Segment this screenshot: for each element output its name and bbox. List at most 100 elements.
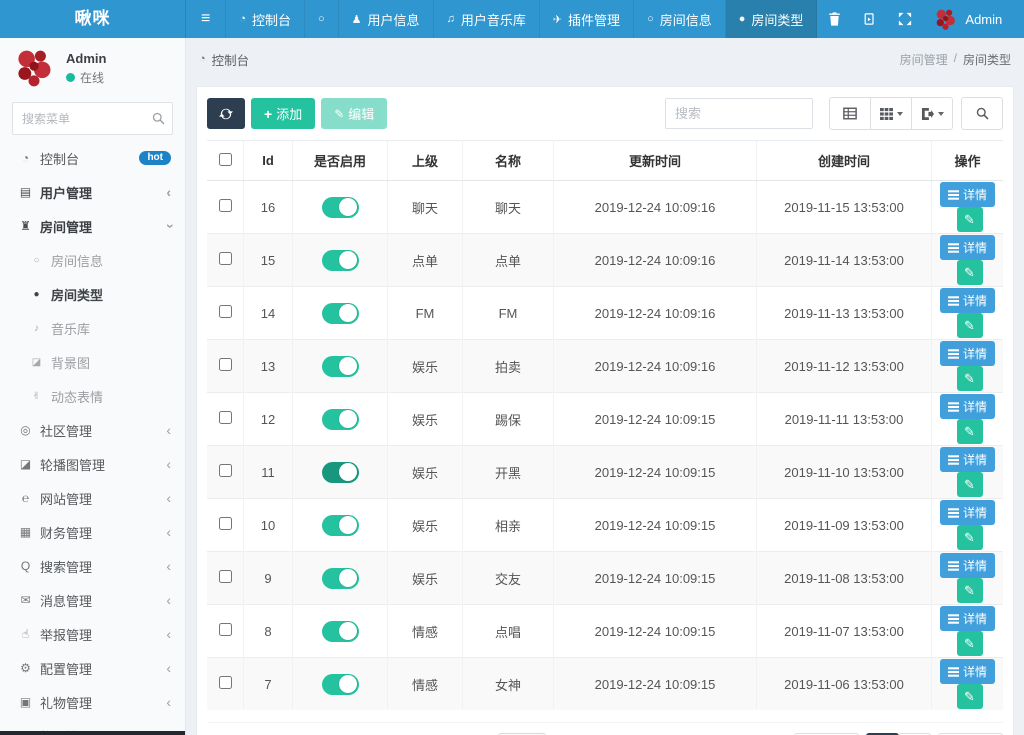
row-checkbox[interactable] <box>218 517 232 530</box>
hot-badge: hot <box>139 151 171 165</box>
sidebar-item[interactable]: ◔ 控制台 hot <box>0 141 185 175</box>
columns-button[interactable] <box>870 97 912 130</box>
enabled-toggle[interactable] <box>321 461 359 483</box>
row-checkbox[interactable] <box>218 570 232 583</box>
edit-row-button[interactable]: ✎ <box>956 525 983 550</box>
row-checkbox[interactable] <box>218 252 232 265</box>
detail-button[interactable]: 详情 <box>939 182 995 207</box>
sidebar-item[interactable]: ▣ 礼物管理 ‹ <box>0 685 185 719</box>
edit-row-button[interactable]: ✎ <box>956 578 983 603</box>
sidebar-item[interactable]: ⚙ 配置管理 ‹ <box>0 651 185 685</box>
edit-row-button[interactable]: ✎ <box>956 472 983 497</box>
export-button[interactable] <box>911 97 953 130</box>
table-row[interactable]: 8 情感 点唱 2019-12-24 10:09:15 2019-11-07 13:53… <box>207 604 1003 658</box>
nav-tab[interactable]: ♫ 用户音乐库 <box>434 0 540 38</box>
sidebar-item[interactable]: ▦ 财务管理 ‹ <box>0 515 185 549</box>
nav-tab[interactable]: ♟ 用户信息 <box>339 0 434 38</box>
cell-parent: 情感 <box>387 604 463 658</box>
sidebar-item[interactable]: ◎ 社区管理 ‹ <box>0 413 185 447</box>
row-checkbox[interactable] <box>218 676 232 689</box>
table-row[interactable]: 12 娱乐 踢保 2019-12-24 10:09:15 2019-11-11 13:5… <box>207 392 1003 446</box>
brand-logo[interactable]: 啾咪 <box>0 0 186 38</box>
sidebar-item-label: 财务管理 <box>40 525 93 541</box>
row-checkbox[interactable] <box>218 464 232 477</box>
table-row[interactable]: 11 娱乐 开黑 2019-12-24 10:09:15 2019-11-10 13:5… <box>207 445 1003 499</box>
enabled-toggle[interactable] <box>321 408 359 430</box>
detail-button[interactable]: 详情 <box>939 235 995 260</box>
enabled-toggle[interactable] <box>321 620 359 642</box>
trash-button[interactable] <box>817 0 852 38</box>
main-content: ◔ 控制台 房间管理 / 房间类型 + 添加 ✎ 编辑 搜索 Id 是否启用 上… <box>186 38 1024 735</box>
enabled-toggle[interactable] <box>321 249 359 271</box>
sidebar-item[interactable]: ○ 房间信息 <box>0 243 185 277</box>
edit-row-button[interactable]: ✎ <box>956 419 983 444</box>
sidebar-item[interactable]: ● 房间类型 <box>0 277 185 311</box>
clear-cache-button[interactable] <box>852 0 887 38</box>
sidebar-item[interactable]: ♜ 房间管理 ‹ <box>0 209 185 243</box>
table-row[interactable]: 14 FM FM 2019-12-24 10:09:16 2019-11-13 13:5… <box>207 286 1003 340</box>
enabled-toggle[interactable] <box>321 567 359 589</box>
detail-button[interactable]: 详情 <box>939 341 995 366</box>
nav-tab[interactable]: ○ <box>305 0 339 38</box>
sidebar-item[interactable]: ☝ 举报管理 ‹ <box>0 617 185 651</box>
table-row[interactable]: 16 聊天 聊天 2019-12-24 10:09:16 2019-11-15 13:5… <box>207 180 1003 234</box>
edit-row-button[interactable]: ✎ <box>956 313 983 338</box>
detail-button[interactable]: 详情 <box>939 447 995 472</box>
sidebar-item[interactable]: ℮ 网站管理 ‹ <box>0 481 185 515</box>
detail-button[interactable]: 详情 <box>939 394 995 419</box>
table-row[interactable]: 13 娱乐 拍卖 2019-12-24 10:09:16 2019-11-12 13:5… <box>207 339 1003 393</box>
enabled-toggle[interactable] <box>321 514 359 536</box>
edit-row-button[interactable]: ✎ <box>956 631 983 656</box>
refresh-button[interactable] <box>207 98 245 129</box>
breadcrumb-home[interactable]: ◔ 控制台 <box>199 50 249 69</box>
add-button[interactable]: + 添加 <box>251 98 316 129</box>
detail-button[interactable]: 详情 <box>939 500 995 525</box>
music-note-icon: ♪ <box>34 322 39 334</box>
sidebar-item[interactable]: ▤ 用户管理 ‹ <box>0 175 185 209</box>
sidebar-item[interactable]: Q 搜索管理 ‹ <box>0 549 185 583</box>
detail-button[interactable]: 详情 <box>939 606 995 631</box>
select-all-checkbox[interactable] <box>218 152 232 166</box>
nav-tab[interactable]: ○ 房间信息 <box>634 0 726 38</box>
row-checkbox[interactable] <box>218 305 232 318</box>
sidebar-toggle-button[interactable]: ≡ <box>186 0 227 38</box>
sidebar-item-label: 房间管理 <box>40 219 93 235</box>
menu-search-input[interactable] <box>12 102 173 135</box>
row-checkbox[interactable] <box>218 623 232 636</box>
nav-tab-label: 用户信息 <box>367 12 420 28</box>
paging-switch-button[interactable] <box>829 97 871 130</box>
row-checkbox[interactable] <box>218 358 232 371</box>
edit-row-button[interactable]: ✎ <box>956 260 983 285</box>
row-checkbox[interactable] <box>218 411 232 424</box>
enabled-toggle[interactable] <box>321 355 359 377</box>
fullscreen-button[interactable] <box>887 0 923 38</box>
table-row[interactable]: 15 点单 点单 2019-12-24 10:09:16 2019-11-14 13:5… <box>207 233 1003 287</box>
table-row[interactable]: 7 情感 女神 2019-12-24 10:09:15 2019-11-06 13:53… <box>207 657 1003 710</box>
sidebar-item[interactable]: ◪ 轮播图管理 ‹ <box>0 447 185 481</box>
enabled-toggle[interactable] <box>321 196 359 218</box>
table-search-input[interactable] <box>665 98 813 129</box>
sidebar-item[interactable]: ✌ 动态表情 <box>0 379 185 413</box>
edit-row-button[interactable]: ✎ <box>956 684 983 709</box>
user-menu[interactable]: Admin <box>923 7 1012 32</box>
sidebar-item[interactable]: ♪ 音乐库 <box>0 311 185 345</box>
table-row[interactable]: 10 娱乐 相亲 2019-12-24 10:09:15 2019-11-09 13:5… <box>207 498 1003 552</box>
enabled-toggle[interactable] <box>321 673 359 695</box>
detail-button[interactable]: 详情 <box>939 288 995 313</box>
detail-button[interactable]: 详情 <box>939 553 995 578</box>
edit-button[interactable]: ✎ 编辑 <box>321 98 388 129</box>
enabled-toggle[interactable] <box>321 302 359 324</box>
edit-row-button[interactable]: ✎ <box>956 366 983 391</box>
nav-tab[interactable]: ● 房间类型 <box>725 0 818 38</box>
edit-row-button[interactable]: ✎ <box>956 207 983 232</box>
row-checkbox[interactable] <box>218 199 232 212</box>
detail-button[interactable]: 详情 <box>939 659 995 684</box>
settings-button[interactable] <box>1012 0 1024 38</box>
pencil-icon: ✎ <box>964 635 975 651</box>
search-submit-button[interactable] <box>961 97 1003 130</box>
table-row[interactable]: 9 娱乐 交友 2019-12-24 10:09:15 2019-11-08 13:53… <box>207 551 1003 605</box>
nav-tab[interactable]: ◔ 控制台 <box>226 0 306 38</box>
sidebar-item[interactable]: ✉ 消息管理 ‹ <box>0 583 185 617</box>
sidebar-item[interactable]: ◪ 背景图 <box>0 345 185 379</box>
nav-tab[interactable]: ✈ 插件管理 <box>540 0 635 38</box>
